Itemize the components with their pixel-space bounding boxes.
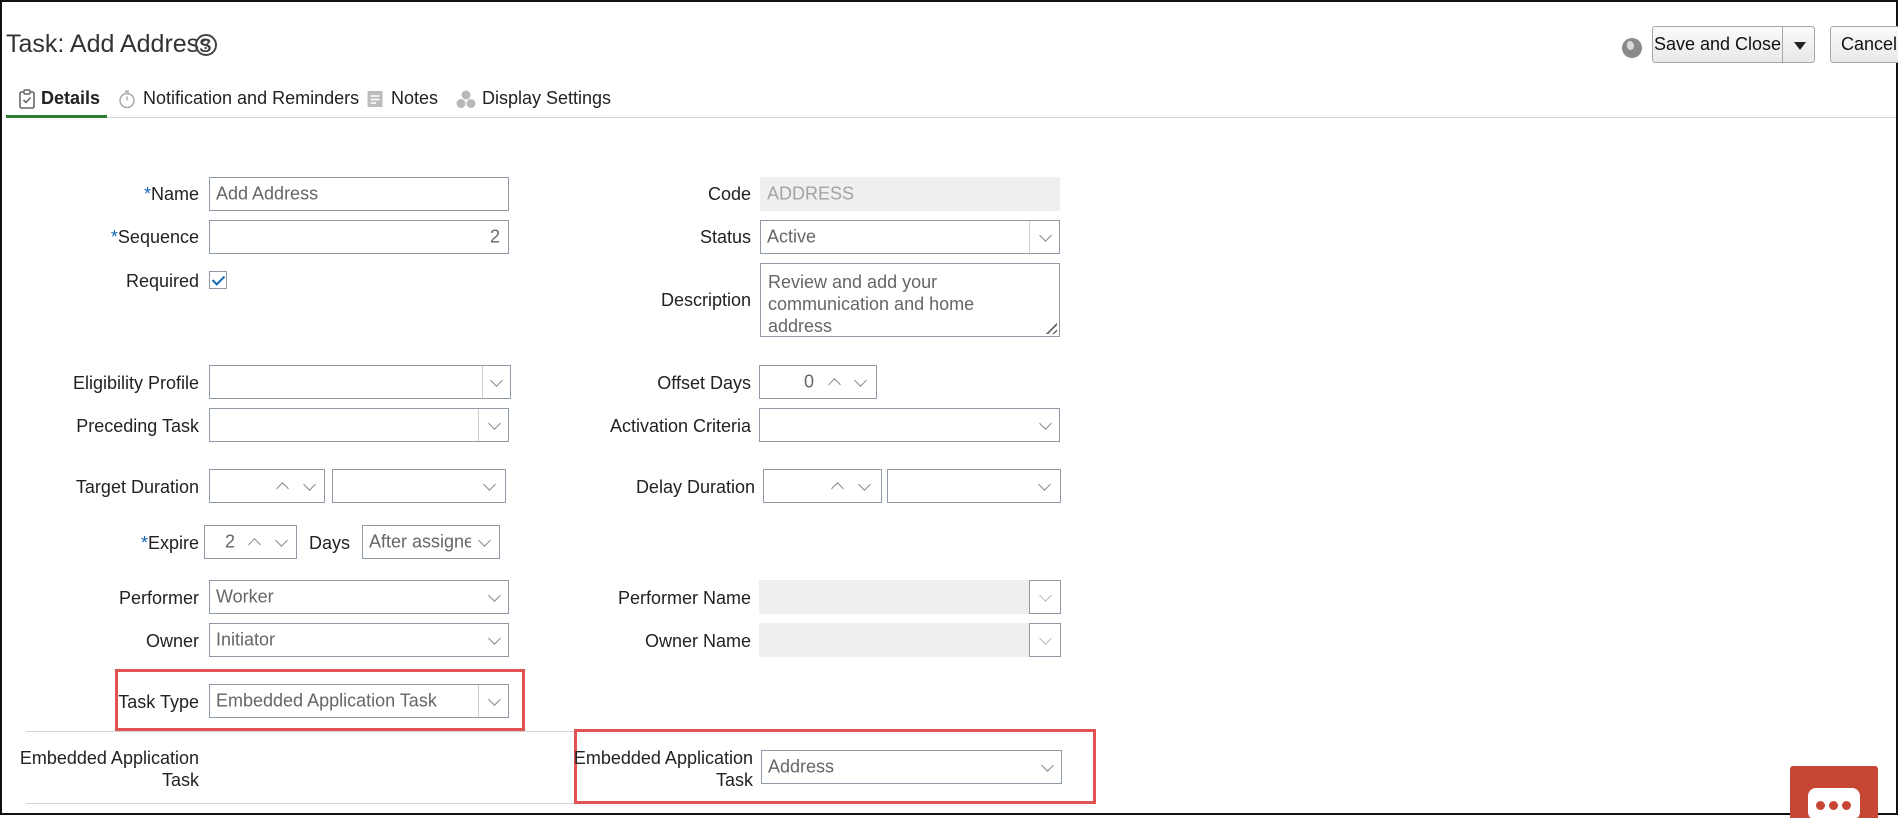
chevron-up-icon[interactable] bbox=[276, 482, 289, 495]
description-textarea[interactable]: Review and add your communication and ho… bbox=[760, 263, 1060, 337]
expire-label: *Expire bbox=[140, 533, 199, 553]
chevron-down-icon[interactable] bbox=[275, 534, 288, 547]
chevron-down-icon bbox=[490, 374, 503, 387]
name-input[interactable]: Add Address bbox=[209, 177, 509, 211]
chevron-down-icon bbox=[488, 693, 501, 706]
owner-name-field bbox=[759, 623, 1029, 657]
performer-name-field bbox=[759, 580, 1029, 614]
chevron-down-icon bbox=[1038, 478, 1051, 491]
chevron-down-icon[interactable] bbox=[854, 374, 867, 387]
cancel-button[interactable]: Cancel bbox=[1830, 26, 1898, 63]
code-label: Code bbox=[707, 184, 751, 204]
shapes-icon bbox=[456, 90, 476, 108]
tab-notification-and-reminders[interactable]: Notification and Reminders bbox=[143, 88, 359, 116]
performer-label: Performer bbox=[118, 588, 199, 608]
activation-criteria-label: Activation Criteria bbox=[609, 416, 751, 436]
clipboard-icon bbox=[19, 89, 35, 109]
required-checkbox[interactable] bbox=[209, 271, 227, 289]
chevron-down-icon[interactable] bbox=[858, 478, 871, 491]
chevron-down-icon bbox=[1039, 632, 1052, 645]
tab-display-settings[interactable]: Display Settings bbox=[482, 88, 611, 116]
chevron-down-icon bbox=[1039, 417, 1052, 430]
sequence-label: *Sequence bbox=[110, 227, 199, 247]
status-select[interactable]: Active bbox=[760, 220, 1060, 254]
target-duration-unit-select[interactable] bbox=[332, 469, 506, 503]
section-divider-left-bottom bbox=[26, 803, 574, 804]
preceding-task-label: Preceding Task bbox=[76, 416, 199, 436]
sequence-input[interactable]: 2 bbox=[209, 220, 509, 254]
chevron-down-icon bbox=[1039, 589, 1052, 602]
globe-icon[interactable] bbox=[1622, 38, 1642, 58]
chevron-down-icon bbox=[488, 632, 501, 645]
chevron-down-icon bbox=[478, 534, 491, 547]
delay-duration-unit-select[interactable] bbox=[887, 469, 1061, 503]
resize-handle-icon[interactable] bbox=[1043, 320, 1057, 334]
chevron-down-icon bbox=[1041, 759, 1054, 772]
chevron-down-icon bbox=[483, 478, 496, 491]
code-field: ADDRESS bbox=[760, 177, 1060, 211]
performer-select[interactable]: Worker bbox=[209, 580, 509, 614]
target-duration-stepper[interactable] bbox=[209, 469, 325, 503]
task-type-select[interactable]: Embedded Application Task bbox=[209, 684, 509, 718]
owner-label: Owner bbox=[145, 631, 199, 651]
name-label: *Name bbox=[143, 184, 199, 204]
status-label: Status bbox=[699, 227, 751, 247]
chevron-up-icon[interactable] bbox=[831, 482, 844, 495]
target-duration-label: Target Duration bbox=[75, 477, 199, 497]
stopwatch-icon bbox=[119, 90, 135, 109]
offset-days-label: Offset Days bbox=[657, 373, 751, 393]
embedded-application-task-label: Embedded Application Task bbox=[573, 748, 753, 790]
chevron-down-icon bbox=[1039, 229, 1052, 242]
expire-stepper[interactable]: 2 bbox=[204, 525, 297, 559]
help-circle-icon[interactable]: ? bbox=[195, 34, 217, 56]
expire-days-label: Days bbox=[309, 533, 351, 553]
tab-notes[interactable]: Notes bbox=[391, 88, 438, 116]
save-options-dropdown-button[interactable] bbox=[1782, 26, 1815, 63]
active-tab-indicator bbox=[6, 115, 107, 118]
preceding-task-select[interactable] bbox=[209, 408, 509, 442]
eligibility-profile-select[interactable] bbox=[209, 365, 511, 399]
task-type-label: Task Type bbox=[118, 692, 199, 712]
owner-name-dropdown-button[interactable] bbox=[1029, 623, 1061, 657]
eligibility-profile-label: Eligibility Profile bbox=[72, 373, 199, 393]
delay-duration-label: Delay Duration bbox=[635, 477, 755, 497]
owner-select[interactable]: Initiator bbox=[209, 623, 509, 657]
note-icon bbox=[367, 91, 383, 107]
owner-name-label: Owner Name bbox=[644, 631, 751, 651]
performer-name-label: Performer Name bbox=[617, 588, 751, 608]
embedded-application-task-select[interactable]: Address bbox=[761, 750, 1062, 784]
chat-button[interactable] bbox=[1790, 766, 1878, 820]
section-divider-left bbox=[26, 731, 574, 732]
chevron-up-icon[interactable] bbox=[828, 378, 841, 391]
expire-relative-select[interactable]: After assigned bbox=[362, 525, 500, 559]
tab-details[interactable]: Details bbox=[41, 88, 100, 116]
performer-name-dropdown-button[interactable] bbox=[1029, 580, 1061, 614]
chevron-down-icon bbox=[488, 417, 501, 430]
chevron-down-icon[interactable] bbox=[303, 478, 316, 491]
page-title: Task: Add Address bbox=[6, 30, 212, 58]
chat-bubble-icon bbox=[1808, 788, 1860, 820]
save-and-close-button[interactable]: Save and Close bbox=[1652, 26, 1783, 63]
activation-criteria-select[interactable] bbox=[759, 408, 1060, 442]
description-label: Description bbox=[660, 290, 751, 310]
tab-bar-divider bbox=[6, 117, 1896, 118]
chevron-up-icon[interactable] bbox=[248, 538, 261, 551]
chevron-down-icon bbox=[488, 589, 501, 602]
delay-duration-stepper[interactable] bbox=[763, 469, 882, 503]
required-label: Required bbox=[125, 271, 199, 291]
offset-days-stepper[interactable]: 0 bbox=[759, 365, 877, 399]
embedded-application-task-section-label: Embedded Application Task bbox=[19, 748, 199, 790]
